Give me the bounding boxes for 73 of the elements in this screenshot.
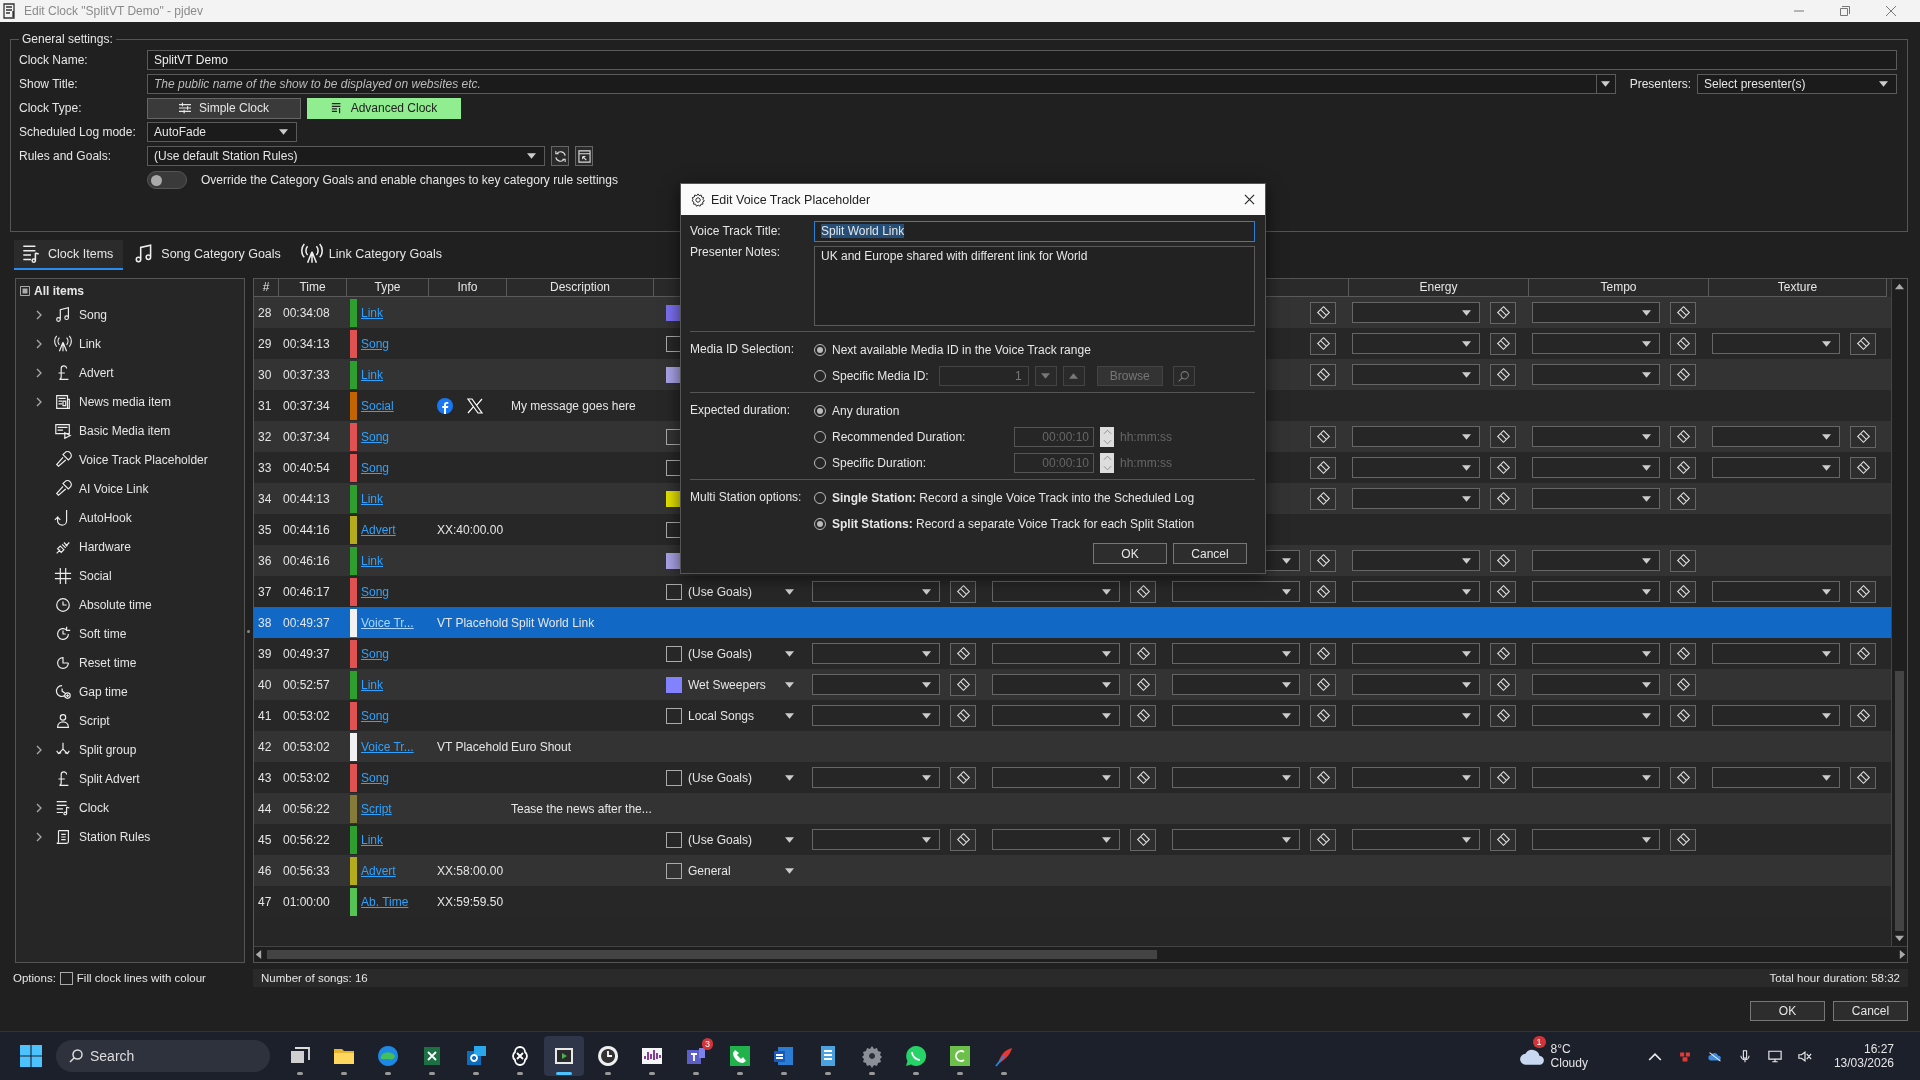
table-cell-text: 28 bbox=[257, 304, 273, 322]
table-cell-text: 39 bbox=[257, 645, 273, 663]
notification-badge: 1 bbox=[1532, 1036, 1546, 1048]
table-cell-text: 00:56:22 bbox=[282, 831, 331, 849]
table-cell-text: 00:34:13 bbox=[282, 335, 331, 353]
dialog-title: Edit Voice Track Placeholder bbox=[711, 192, 871, 207]
song-count: Number of songs: 16 bbox=[261, 972, 368, 984]
table-cell-text: 00:56:22 bbox=[282, 800, 331, 818]
notification-badge: 3 bbox=[702, 1038, 713, 1050]
table-cell-text: 43 bbox=[257, 769, 273, 787]
table-cell-text: 00:40:54 bbox=[282, 459, 331, 477]
weather-text: Cloudy bbox=[1550, 1056, 1588, 1070]
field-label: Clock Type: bbox=[19, 101, 83, 115]
table-cell-text: 00:49:37 bbox=[282, 614, 331, 632]
field-label: Rules and Goals: bbox=[19, 149, 113, 163]
table-cell: XX:40:00.00 bbox=[437, 522, 504, 537]
temperature: 8°C bbox=[1550, 1042, 1572, 1056]
window-title: Edit Clock "SplitVT Demo" - pjdev bbox=[24, 4, 204, 18]
table-cell-text: 01:00:00 bbox=[282, 893, 331, 911]
table-cell: Split World Link bbox=[511, 615, 595, 630]
options-label: Options: bbox=[13, 972, 56, 984]
table-cell-text: 00:37:34 bbox=[282, 428, 331, 446]
field-label: Show Title: bbox=[19, 77, 79, 91]
table-cell-text: 33 bbox=[257, 459, 273, 477]
field-label: Voice Track Title: bbox=[690, 223, 782, 238]
field-label: Presenters: bbox=[1629, 77, 1691, 91]
table-cell-text: 00:53:02 bbox=[282, 769, 331, 787]
table-cell-text: 00:44:16 bbox=[282, 521, 331, 539]
field-label: Clock Name: bbox=[19, 53, 89, 67]
table-cell-text: 32 bbox=[257, 428, 273, 446]
unit-label: hh:mm:ss bbox=[1120, 456, 1172, 470]
table-cell: Tease the news after the... bbox=[511, 801, 652, 816]
table-cell-text: 36 bbox=[257, 552, 273, 570]
table-cell: XX:59:59.50 bbox=[437, 894, 504, 909]
table-cell: My message goes here bbox=[511, 398, 636, 413]
table-cell-text: 00:34:08 bbox=[282, 304, 331, 322]
table-cell-text: 00:52:57 bbox=[282, 676, 331, 694]
table-cell-text: 00:56:33 bbox=[282, 862, 331, 880]
table-cell: VT Placehold bbox=[437, 739, 509, 754]
table-cell-text: 00:44:13 bbox=[282, 490, 331, 508]
table-cell-text: 38 bbox=[257, 614, 273, 632]
hour-duration: Total hour duration: 58:32 bbox=[1769, 972, 1900, 984]
table-cell-text: 00:53:02 bbox=[282, 707, 331, 725]
table-cell: XX:58:00.00 bbox=[437, 863, 504, 878]
table-cell-text: 00:37:34 bbox=[282, 397, 331, 415]
table-cell-text: 47 bbox=[257, 893, 273, 911]
table-cell-text: 34 bbox=[257, 490, 273, 508]
table-cell-text: 00:46:16 bbox=[282, 552, 331, 570]
table-cell-text: 29 bbox=[257, 335, 273, 353]
section-label: Media ID Selection: bbox=[690, 341, 796, 356]
override-label: Override the Category Goals and enable changes to key category rule settings bbox=[201, 173, 618, 187]
table-cell-text: 00:46:17 bbox=[282, 583, 331, 601]
panel-title: General settings: bbox=[21, 32, 114, 46]
table-cell: VT Placehold bbox=[437, 615, 509, 630]
table-cell-text: 44 bbox=[257, 800, 273, 818]
table-cell: Euro Shout bbox=[511, 739, 572, 754]
table-cell-text: 35 bbox=[257, 521, 273, 539]
field-label: Scheduled Log mode: bbox=[19, 125, 137, 139]
table-cell-text: 37 bbox=[257, 583, 273, 601]
table-cell-text: 42 bbox=[257, 738, 273, 756]
table-cell-text: 31 bbox=[257, 397, 273, 415]
section-label: Multi Station options: bbox=[690, 489, 803, 504]
table-cell-text: 40 bbox=[257, 676, 273, 694]
table-cell-text: 46 bbox=[257, 862, 273, 880]
field-label: Presenter Notes: bbox=[690, 244, 782, 259]
table-cell-text: 00:37:33 bbox=[282, 366, 331, 384]
table-cell-text: 00:53:02 bbox=[282, 738, 331, 756]
unit-label: hh:mm:ss bbox=[1120, 430, 1172, 444]
table-cell-text: 00:49:37 bbox=[282, 645, 331, 663]
table-cell-text: 41 bbox=[257, 707, 273, 725]
section-label: Expected duration: bbox=[690, 402, 792, 417]
table-cell-text: 45 bbox=[257, 831, 273, 849]
table-cell-text: 30 bbox=[257, 366, 273, 384]
